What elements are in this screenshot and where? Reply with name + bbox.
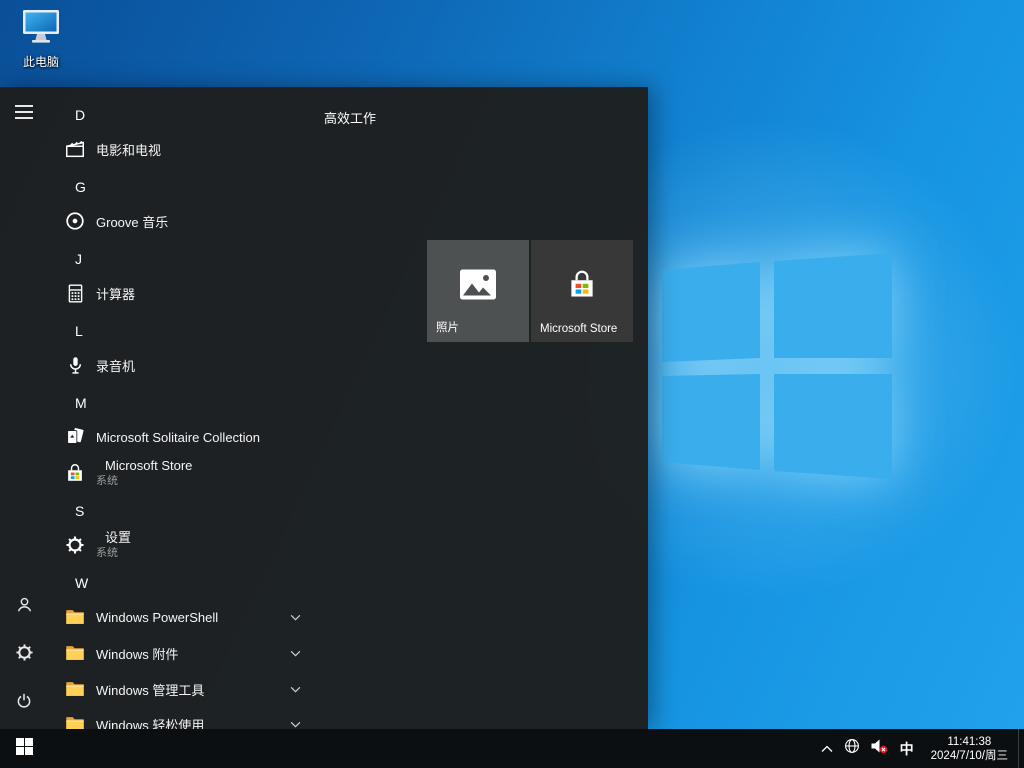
network-globe-icon	[844, 738, 860, 759]
store-icon	[565, 267, 599, 306]
letter-label: J	[75, 251, 82, 267]
groove-music-icon	[63, 209, 87, 233]
desktop-icon-this-pc[interactable]: 此电脑	[10, 8, 72, 70]
voice-recorder-icon	[63, 353, 87, 377]
app-item-movies-tv[interactable]: 电影和电视	[48, 131, 338, 167]
folder-icon	[63, 712, 87, 729]
taskbar: 中 11:41:38 2024/7/10/周三	[0, 729, 1024, 768]
app-label: Windows 轻松使用	[96, 715, 204, 730]
app-text: 设置 系统	[96, 530, 131, 561]
folder-item-windows-ease-of-access[interactable]: Windows 轻松使用	[48, 706, 338, 729]
app-label: Microsoft Store	[105, 458, 192, 474]
this-pc-label: 此电脑	[23, 53, 59, 70]
app-label: Windows PowerShell	[96, 610, 218, 625]
windows-wallpaper-logo	[652, 252, 902, 492]
show-desktop-button[interactable]	[1018, 729, 1024, 768]
app-item-voice-recorder[interactable]: 录音机	[48, 347, 338, 383]
start-menu: D 电影和电视 G Groove 音乐 J	[0, 87, 648, 729]
section-letter-d[interactable]: D	[48, 97, 338, 133]
chevron-down-icon[interactable]	[288, 717, 302, 729]
app-label: 计算器	[96, 284, 135, 303]
expand-menu-button[interactable]	[0, 92, 48, 136]
section-letter-w[interactable]: W	[48, 565, 338, 601]
taskbar-clock[interactable]: 11:41:38 2024/7/10/周三	[921, 729, 1018, 768]
section-letter-j[interactable]: J	[48, 241, 338, 277]
app-text: Microsoft Store 系统	[96, 458, 192, 489]
hamburger-icon	[15, 105, 33, 124]
user-icon	[15, 595, 34, 619]
volume-button[interactable]	[865, 729, 893, 768]
letter-label: G	[75, 179, 86, 195]
tile-microsoft-store[interactable]: Microsoft Store	[531, 240, 633, 342]
settings-button[interactable]	[0, 631, 48, 679]
system-tray: 中 11:41:38 2024/7/10/周三	[815, 729, 1024, 768]
app-label: 电影和电视	[96, 140, 161, 159]
start-app-list: D 电影和电视 G Groove 音乐 J	[48, 87, 350, 729]
start-menu-rail	[0, 87, 48, 729]
this-pc-icon	[19, 8, 63, 51]
letter-label: W	[75, 575, 88, 591]
app-item-microsoft-store[interactable]: Microsoft Store 系统	[48, 451, 338, 495]
app-sublabel: 系统	[96, 547, 131, 561]
gear-icon	[15, 643, 34, 667]
tile-photos[interactable]: 照片	[427, 240, 529, 342]
folder-item-windows-admin-tools[interactable]: Windows 管理工具	[48, 671, 338, 707]
folder-icon	[63, 677, 87, 701]
start-button[interactable]	[0, 729, 48, 768]
app-label: Microsoft Solitaire Collection	[96, 430, 260, 445]
settings-gear-icon	[63, 533, 87, 557]
app-item-settings[interactable]: 设置 系统	[48, 523, 338, 567]
app-label: 录音机	[96, 356, 135, 375]
app-label: Groove 音乐	[96, 212, 168, 231]
section-letter-l[interactable]: L	[48, 313, 338, 349]
folder-icon	[63, 641, 87, 665]
app-sublabel: 系统	[96, 475, 192, 489]
solitaire-icon	[63, 425, 87, 449]
power-button[interactable]	[0, 679, 48, 727]
app-label: Windows 附件	[96, 644, 178, 663]
letter-label: L	[75, 323, 83, 339]
chevron-down-icon[interactable]	[288, 610, 302, 624]
windows-logo-icon	[16, 738, 33, 760]
folder-item-windows-powershell[interactable]: Windows PowerShell	[48, 599, 338, 635]
letter-label: D	[75, 107, 85, 123]
store-icon	[63, 461, 87, 485]
tile-label: Microsoft Store	[540, 323, 617, 335]
app-item-groove-music[interactable]: Groove 音乐	[48, 203, 338, 239]
letter-label: S	[75, 503, 84, 519]
clock-date: 2024/7/10/周三	[931, 749, 1008, 763]
movies-tv-icon	[63, 137, 87, 161]
section-letter-m[interactable]: M	[48, 385, 338, 421]
folder-item-windows-accessories[interactable]: Windows 附件	[48, 635, 338, 671]
tile-label: 照片	[436, 319, 459, 335]
chevron-up-icon	[821, 740, 833, 758]
user-account-button[interactable]	[0, 583, 48, 631]
rail-bottom-group	[0, 583, 48, 729]
letter-label: M	[75, 395, 87, 411]
photos-icon	[459, 268, 497, 305]
ime-indicator[interactable]: 中	[893, 729, 921, 768]
app-item-solitaire-collection[interactable]: Microsoft Solitaire Collection	[48, 419, 338, 455]
chevron-down-icon[interactable]	[288, 646, 302, 660]
app-item-calculator[interactable]: 计算器	[48, 275, 338, 311]
calculator-icon	[63, 281, 87, 305]
tray-overflow-button[interactable]	[815, 729, 839, 768]
network-button[interactable]	[839, 729, 865, 768]
app-label: Windows 管理工具	[96, 680, 204, 699]
volume-muted-icon	[870, 738, 888, 759]
section-letter-g[interactable]: G	[48, 169, 338, 205]
folder-icon	[63, 605, 87, 629]
power-icon	[15, 692, 33, 715]
app-label: 设置	[105, 530, 131, 546]
tile-group-label[interactable]: 高效工作	[324, 108, 376, 127]
clock-time: 11:41:38	[947, 735, 991, 749]
chevron-down-icon[interactable]	[288, 682, 302, 696]
